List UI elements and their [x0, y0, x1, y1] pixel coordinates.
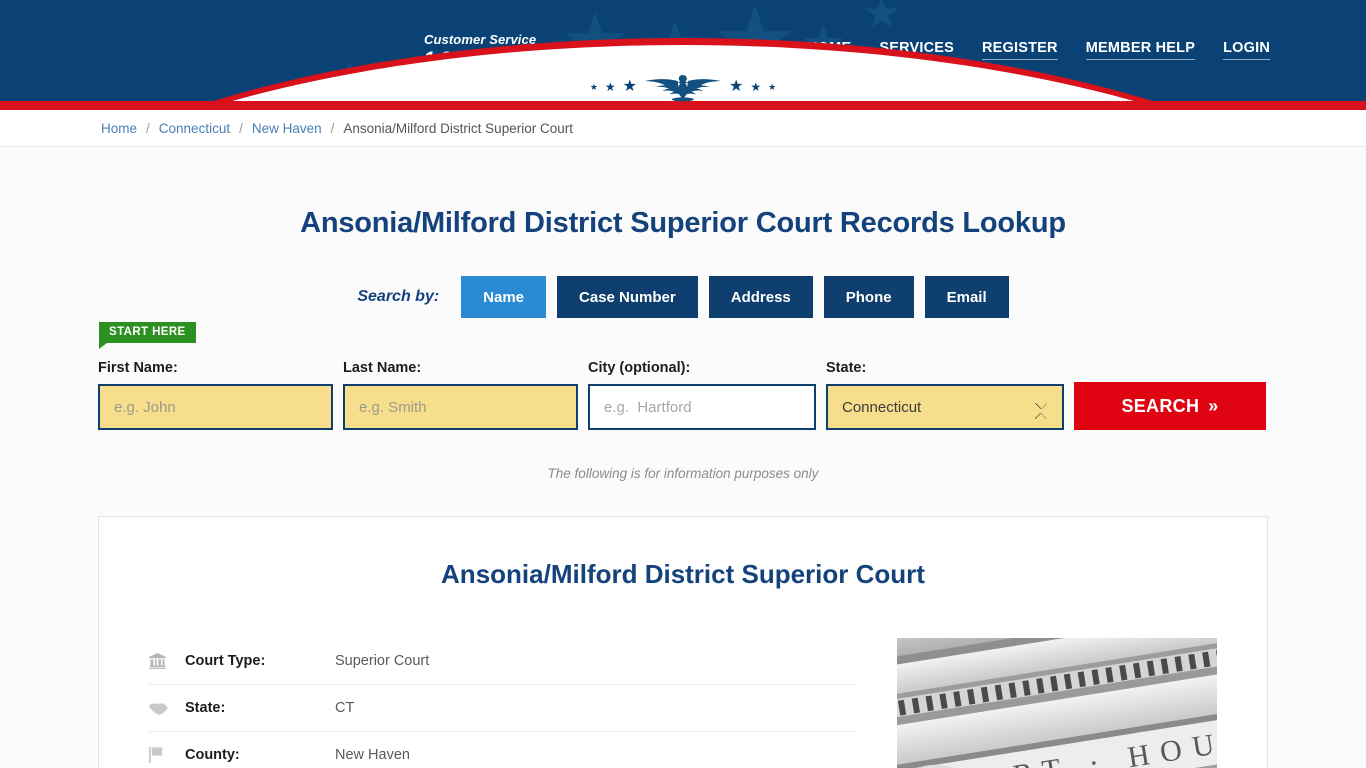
tab-phone[interactable]: Phone — [823, 276, 914, 318]
breadcrumb-item-home: Home / — [101, 121, 159, 136]
last-name-field-group: Last Name: — [343, 360, 578, 430]
detail-label: State: — [185, 700, 226, 716]
last-name-label: Last Name: — [343, 360, 422, 376]
search-by-label: Search by: — [357, 288, 440, 305]
courthouse-photo: COURT · HOUSE · — [897, 638, 1217, 768]
us-map-icon — [149, 702, 185, 715]
breadcrumb-separator: / — [239, 120, 243, 136]
tab-email[interactable]: Email — [924, 276, 1009, 318]
search-button[interactable]: SEARCH » — [1074, 382, 1266, 430]
first-name-field-group: First Name: — [98, 360, 333, 430]
breadcrumb-item-new-haven: New Haven / — [252, 121, 344, 136]
state-field-group: State: Connecticut — [826, 360, 1064, 430]
table-row: Court Type: Superior Court — [149, 638, 855, 685]
search-by-row: Search by: Name Case Number Address Phon… — [0, 276, 1366, 318]
bank-icon — [149, 653, 185, 669]
tab-case-number[interactable]: Case Number — [557, 276, 698, 318]
nav-member-help[interactable]: MEMBER HELP — [1085, 40, 1196, 60]
courthouse-photo-image: COURT · HOUSE · — [897, 638, 1217, 768]
city-input[interactable] — [588, 384, 816, 430]
first-name-label: First Name: — [98, 360, 178, 376]
court-name-title: Ansonia/Milford District Superior Court — [441, 559, 925, 589]
eagle-emblem-group: ★ ★ ★ ★ ★ ★ — [590, 72, 776, 102]
flag-icon — [149, 747, 185, 763]
first-name-input[interactable] — [98, 384, 333, 430]
tab-address[interactable]: Address — [708, 276, 813, 318]
breadcrumb-separator: / — [146, 120, 150, 136]
nav-login[interactable]: LOGIN — [1223, 40, 1270, 60]
breadcrumb-link-home[interactable]: Home — [101, 121, 137, 136]
state-select[interactable]: Connecticut — [826, 384, 1064, 430]
chevron-double-right-icon: » — [1208, 395, 1219, 416]
last-name-input[interactable] — [343, 384, 578, 430]
eagle-emblem-icon — [645, 75, 721, 102]
detail-label: Court Type: — [185, 653, 266, 669]
start-here-badge: START HERE — [99, 322, 196, 348]
breadcrumb-link-new-haven[interactable]: New Haven — [252, 121, 322, 136]
nav-register[interactable]: REGISTER — [982, 40, 1058, 60]
search-form: START HERE First Name: Last Name: City (… — [98, 318, 1268, 430]
search-type-tabs: Name Case Number Address Phone Email — [461, 276, 1009, 318]
court-detail-card: Ansonia/Milford District Superior Court … — [98, 516, 1268, 768]
header-red-bar — [0, 101, 1366, 110]
stars-left: ★ ★ ★ — [589, 78, 637, 95]
tab-name[interactable]: Name — [461, 276, 547, 318]
court-details-table: Court Type: Superior Court State: CT Cou… — [149, 638, 855, 768]
search-button-label: SEARCH — [1121, 395, 1200, 416]
breadcrumb-item-current: Ansonia/Milford District Superior Court — [343, 121, 573, 136]
breadcrumb-separator: / — [330, 120, 335, 136]
card-body: Court Type: Superior Court State: CT Cou… — [149, 638, 1217, 768]
breadcrumb-item-connecticut: Connecticut / — [159, 121, 252, 136]
page-title: Ansonia/Milford District Superior Court … — [300, 207, 1066, 239]
detail-value: New Haven — [335, 747, 410, 763]
state-label: State: — [826, 360, 867, 376]
city-label: City (optional): — [588, 360, 691, 376]
detail-value: Superior Court — [335, 653, 430, 669]
table-row: County: New Haven — [149, 732, 855, 768]
breadcrumb-current-label: Ansonia/Milford District Superior Court — [343, 120, 573, 136]
city-field-group: City (optional): — [588, 360, 816, 430]
table-row: State: CT — [149, 685, 855, 732]
detail-label: County: — [185, 747, 240, 763]
page-content: Ansonia/Milford District Superior Court … — [0, 147, 1366, 768]
detail-value: CT — [335, 700, 355, 716]
disclaimer-text: The following is for information purpose… — [547, 466, 819, 481]
stars-right: ★ ★ ★ — [729, 78, 777, 95]
breadcrumb: Home / Connecticut / New Haven / Ansonia… — [0, 110, 1366, 147]
site-header: ★ ★ ★ ★ ★ ★ ★ Customer Service 1-800-309… — [0, 0, 1366, 110]
breadcrumb-link-connecticut[interactable]: Connecticut — [159, 121, 230, 136]
form-fields-row: First Name: Last Name: City (optional): … — [98, 332, 1268, 430]
